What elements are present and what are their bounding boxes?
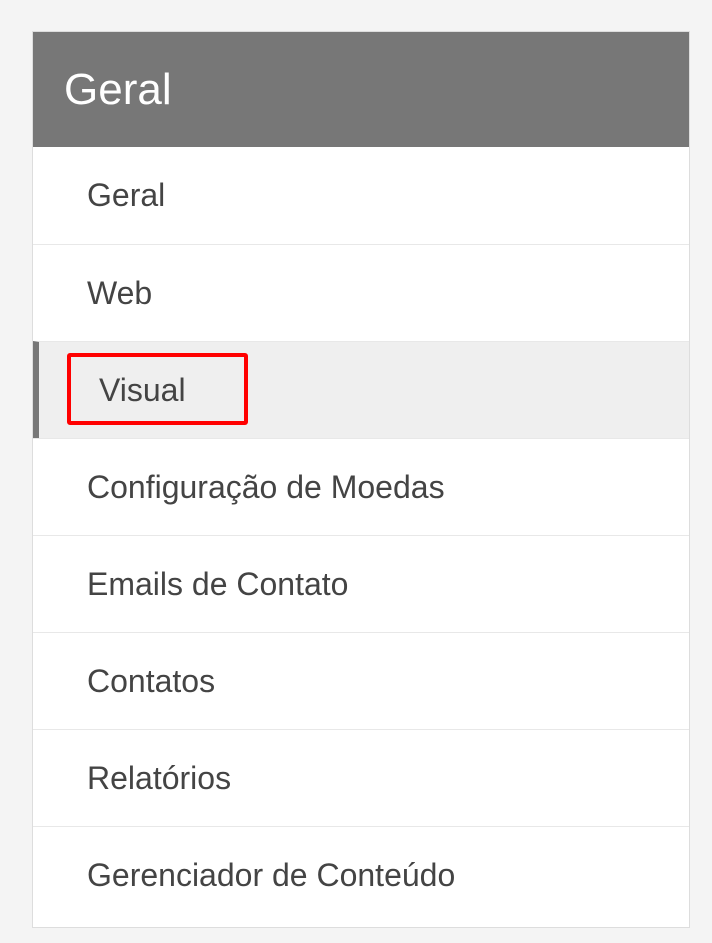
menu-item-web[interactable]: Web [33,244,689,341]
menu-item-visual[interactable]: Visual [33,341,689,438]
menu-item-label: Visual [99,372,186,408]
menu-item-label: Emails de Contato [87,566,349,602]
menu-item-gerenciador-de-conteudo[interactable]: Gerenciador de Conteúdo [33,826,689,923]
panel-title: Geral [33,32,689,147]
settings-menu: Geral Web Visual Configuração de Moedas … [33,147,689,923]
settings-menu-panel: Geral Geral Web Visual Configuração de M… [32,31,690,928]
menu-item-label: Configuração de Moedas [87,469,445,505]
menu-item-relatorios[interactable]: Relatórios [33,729,689,826]
menu-item-emails-de-contato[interactable]: Emails de Contato [33,535,689,632]
menu-item-label: Geral [87,177,166,213]
menu-item-label: Web [87,275,153,311]
menu-item-configuracao-de-moedas[interactable]: Configuração de Moedas [33,438,689,535]
menu-item-contatos[interactable]: Contatos [33,632,689,729]
menu-item-label: Gerenciador de Conteúdo [87,857,456,893]
menu-item-label: Contatos [87,663,216,699]
menu-item-label: Relatórios [87,760,232,796]
menu-item-geral[interactable]: Geral [33,147,689,244]
